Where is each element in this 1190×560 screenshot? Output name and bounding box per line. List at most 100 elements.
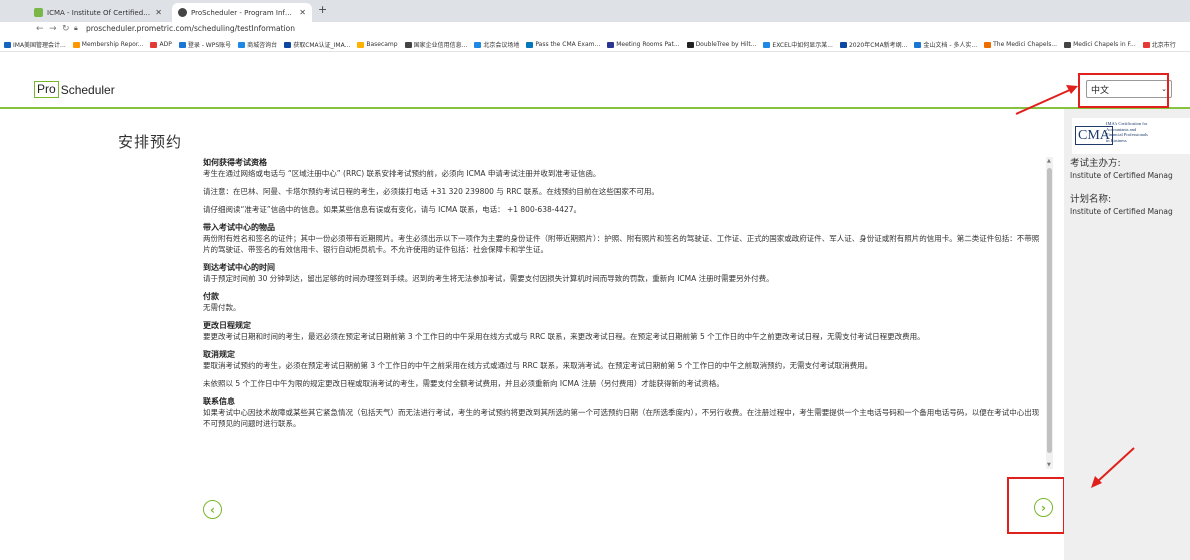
bookmark-item[interactable]: 商城咨询台 [238, 40, 277, 49]
previous-button[interactable]: ‹ [203, 500, 222, 519]
annotation-highlight-box [1078, 73, 1169, 108]
section-body: 请仔细阅读“准考证”信函中的信息。如果某些信息有误或有变化，请与 ICMA 联系… [203, 205, 582, 214]
info-section: 请注意：在巴林、阿曼、卡塔尔预约考试日程的考生，必须拨打电话 +31 320 2… [203, 186, 1045, 197]
info-section: 如何获得考试资格考生在通过网络或电话与 “区域注册中心” (RRC) 联系安排考… [203, 157, 1045, 179]
sponsor-value: Institute of Certified Manag [1070, 171, 1173, 180]
proscheduler-logo[interactable]: Pro Scheduler [34, 81, 115, 98]
program-info-panel: CMA IMA's Certification for Accountants … [1064, 109, 1190, 560]
section-heading: 更改日程规定 [203, 321, 251, 330]
bookmark-favicon-icon [1064, 41, 1072, 48]
bookmark-favicon-icon [984, 41, 992, 48]
section-body: 考生在通过网络或电话与 “区域注册中心” (RRC) 联系安排考试预约前，必须向… [203, 169, 601, 178]
bookmark-item[interactable]: DoubleTree by Hilt... [686, 41, 757, 48]
test-information-content: 如何获得考试资格考生在通过网络或电话与 “区域注册中心” (RRC) 联系安排考… [203, 157, 1045, 470]
bookmark-favicon-icon [474, 41, 482, 48]
bookmark-favicon-icon [284, 41, 292, 48]
reload-icon[interactable]: ↻ [62, 24, 70, 34]
scroll-up-icon[interactable]: ▲ [1047, 158, 1051, 164]
bookmark-item[interactable]: Membership Repor... [72, 41, 143, 48]
bookmark-favicon-icon [763, 41, 771, 48]
close-tab-icon[interactable]: ✕ [155, 8, 162, 17]
bookmark-label: The Medici Chapels... [993, 41, 1058, 48]
bookmark-favicon-icon [914, 41, 922, 48]
bookmark-item[interactable]: EXCEL中如何显示某... [763, 40, 833, 49]
bookmark-item[interactable]: 登录 - WPS账号 [178, 40, 231, 49]
info-section: 更改日程规定要更改考试日期和时间的考生，最迟必须在预定考试日期前第 3 个工作日… [203, 320, 1045, 342]
browser-tab-proscheduler[interactable]: ProScheduler - Program Informat ✕ [172, 3, 312, 22]
bookmark-item[interactable]: Meeting Rooms Pat... [607, 41, 680, 48]
section-heading: 取消规定 [203, 350, 235, 359]
bookmark-item[interactable]: The Medici Chapels... [984, 41, 1057, 48]
bookmark-label: Basecamp [366, 41, 398, 48]
section-heading: 联系信息 [203, 397, 235, 406]
bookmark-favicon-icon [72, 41, 80, 48]
logo-pro: Pro [34, 81, 59, 98]
bookmark-label: Meeting Rooms Pat... [616, 41, 680, 48]
lock-icon: 🔒︎ [74, 24, 78, 32]
bookmark-favicon-icon [178, 41, 186, 48]
program-value: Institute of Certified Manag [1070, 207, 1173, 216]
bookmark-item[interactable]: Basecamp [357, 41, 398, 48]
close-tab-icon[interactable]: ✕ [299, 8, 306, 17]
section-body: 无需付款。 [203, 303, 241, 312]
new-tab-icon[interactable]: + [318, 3, 327, 16]
chevron-left-icon: ‹ [210, 502, 215, 517]
bookmark-favicon-icon [150, 41, 158, 48]
info-section: 付款 无需付款。 [203, 291, 1045, 313]
cma-logo: CMA IMA's Certification for Accountants … [1072, 118, 1190, 154]
bookmark-favicon-icon [404, 41, 412, 48]
bookmark-label: 金山文档 - 多人实... [923, 42, 978, 49]
section-body: 请注意：在巴林、阿曼、卡塔尔预约考试日程的考生，必须拨打电话 +31 320 2… [203, 187, 659, 196]
bookmark-label: Pass the CMA Exam... [535, 41, 601, 48]
bookmark-favicon-icon [686, 41, 694, 48]
bookmark-item[interactable]: Pass the CMA Exam... [526, 41, 600, 48]
section-body: 请于预定时间前 30 分钟到达，留出足够的时间办理签到手续。迟到的考生将无法参加… [203, 274, 774, 283]
bookmark-favicon-icon [238, 41, 246, 48]
scroll-down-icon[interactable]: ▼ [1047, 462, 1051, 468]
browser-tab-icma[interactable]: ICMA - Institute Of Certified Man ✕ [28, 3, 168, 22]
bookmark-favicon-icon [4, 41, 11, 48]
browser-tab-bar: ICMA - Institute Of Certified Man ✕ ProS… [0, 0, 1190, 22]
info-section: 取消规定要取消考试预约的考生，必须在预定考试日期前第 3 个工作日的中午之前采用… [203, 349, 1045, 371]
bookmark-item[interactable]: 金山文档 - 多人实... [914, 40, 977, 49]
bookmark-label: DoubleTree by Hilt... [695, 41, 757, 48]
page-header: Pro Scheduler 中文 ⌄ [0, 53, 1190, 109]
bookmark-label: 北京会议场地 [483, 42, 520, 49]
bookmark-favicon-icon [1142, 41, 1150, 48]
bookmark-label: Medici Chapels in F... [1073, 41, 1136, 48]
info-section: 到达考试中心的时间请于预定时间前 30 分钟到达，留出足够的时间办理签到手续。迟… [203, 262, 1045, 284]
bookmark-label: 北京市行 [1151, 42, 1176, 49]
icma-favicon-icon [34, 8, 43, 17]
section-heading: 到达考试中心的时间 [203, 263, 275, 272]
bookmark-label: IMA美国管理会计... [13, 42, 66, 49]
cma-logo-tagline: IMA's Certification for Accountants and … [1106, 121, 1148, 143]
bookmark-item[interactable]: Medici Chapels in F... [1064, 41, 1136, 48]
bookmark-label: 获取CMA认证_IMA... [293, 42, 351, 49]
bookmark-item[interactable]: 北京市行 [1142, 40, 1176, 49]
bookmark-favicon-icon [357, 41, 365, 48]
section-body: 未依照以 5 个工作日中午为限的规定更改日程或取消考试的考生，需要支付全额考试费… [203, 379, 724, 388]
scrollbar-thumb[interactable] [1047, 168, 1052, 453]
page-title: 安排预约 [118, 133, 183, 151]
sponsor-label: 考试主办方: [1070, 158, 1121, 169]
info-section: 请仔细阅读“准考证”信函中的信息。如果某些信息有误或有变化，请与 ICMA 联系… [203, 204, 1045, 215]
bookmark-label: ADP [159, 41, 172, 48]
back-icon[interactable]: ← [36, 24, 44, 34]
info-section: 未依照以 5 个工作日中午为限的规定更改日程或取消考试的考生，需要支付全额考试费… [203, 378, 1045, 389]
section-heading: 如何获得考试资格 [203, 158, 267, 167]
bookmark-item[interactable]: 2020年CMA新考纲... [839, 40, 907, 49]
url-field[interactable]: proscheduler.prometric.com/scheduling/te… [86, 24, 295, 33]
bookmark-item[interactable]: ADP [150, 41, 172, 48]
section-body: 要取消考试预约的考生，必须在预定考试日期前第 3 个工作日的中午之前采用在线方式… [203, 361, 873, 370]
bookmark-item[interactable]: IMA美国管理会计... [4, 40, 66, 49]
bookmark-item[interactable]: 北京会议场地 [474, 40, 519, 49]
section-body: 要更改考试日期和时间的考生，最迟必须在预定考试日期前第 3 个工作日的中午采用在… [203, 332, 925, 341]
section-heading: 付款 [203, 292, 219, 301]
tab-title: ProScheduler - Program Informat [191, 8, 296, 17]
forward-icon[interactable]: → [49, 24, 57, 34]
info-section: 带入考试中心的物品 两份附有姓名和签名的证件；其中一份必须带有近期照片。考生必须出… [203, 222, 1045, 255]
bookmark-item[interactable]: 获取CMA认证_IMA... [284, 40, 350, 49]
bookmark-favicon-icon [839, 41, 847, 48]
bookmarks-bar: IMA美国管理会计... Membership Repor... ADP 登录 - W… [0, 38, 1190, 52]
bookmark-item[interactable]: 国家企业信用信息... [404, 40, 467, 49]
